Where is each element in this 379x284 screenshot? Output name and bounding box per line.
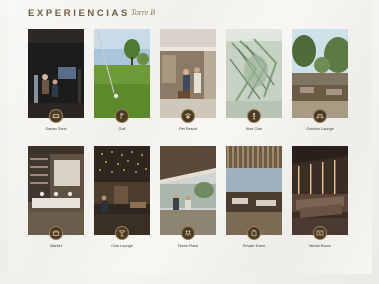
teens-icon <box>181 226 195 240</box>
media-icon <box>313 226 327 240</box>
gamepad-icon <box>49 109 63 123</box>
page-subtitle: Torre B <box>131 8 156 17</box>
experiences-grid: Gamer Zone Golf Pet Resort Kids Club Out… <box>28 29 350 259</box>
experience-card-gamer-zone[interactable]: Gamer Zone <box>28 29 84 134</box>
gamer-zone-photo <box>28 29 84 118</box>
teens-place-photo <box>160 146 216 235</box>
experience-card-pet-resort[interactable]: Pet Resort <box>160 29 216 134</box>
market-icon <box>49 226 63 240</box>
club-lounge-photo <box>94 146 150 235</box>
experience-label: Outdoor Lounge <box>306 127 334 131</box>
experience-label: Club Lounge <box>111 244 133 248</box>
experience-card-media-room[interactable]: Media Room <box>292 146 348 251</box>
kids-icon <box>247 109 261 123</box>
golf-icon <box>115 109 129 123</box>
page-title: EXPERIENCIAS <box>28 8 130 19</box>
media-room-photo <box>292 146 348 235</box>
experience-label: Kids Club <box>245 127 263 131</box>
cocktail-icon <box>115 226 129 240</box>
experience-card-private-event[interactable]: Private Event <box>226 146 282 251</box>
experience-card-market[interactable]: Market <box>28 146 84 251</box>
experience-label: Teens Place <box>177 244 199 248</box>
kids-club-photo <box>226 29 282 118</box>
pet-resort-photo <box>160 29 216 118</box>
experience-label: Gamer Zone <box>45 127 67 131</box>
experience-label: Golf <box>118 127 126 131</box>
experience-card-teens-place[interactable]: Teens Place <box>160 146 216 251</box>
paw-icon <box>181 109 195 123</box>
experience-label: Pet Resort <box>179 127 197 131</box>
experience-card-club-lounge[interactable]: Club Lounge <box>94 146 150 251</box>
private-event-photo <box>226 146 282 235</box>
experience-card-kids-club[interactable]: Kids Club <box>226 29 282 134</box>
experience-card-outdoor-lounge[interactable]: Outdoor Lounge <box>292 29 348 134</box>
market-photo <box>28 146 84 235</box>
experience-label: Media Room <box>309 244 331 248</box>
lounge-icon <box>313 109 327 123</box>
event-icon <box>247 226 261 240</box>
experience-label: Private Event <box>242 244 266 248</box>
experience-card-golf[interactable]: Golf <box>94 29 150 134</box>
golf-photo <box>94 29 150 118</box>
outdoor-lounge-photo <box>292 29 348 118</box>
experience-label: Market <box>50 244 62 248</box>
